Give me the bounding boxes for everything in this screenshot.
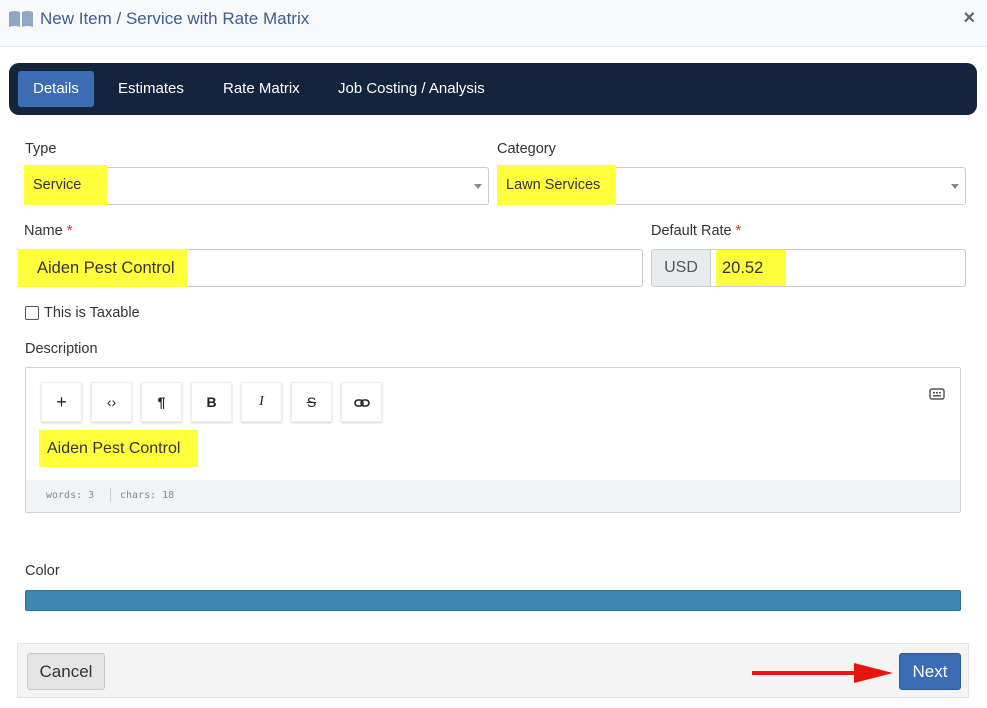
- taxable-label: This is Taxable: [44, 305, 140, 321]
- dialog-header: New Item / Service with Rate Matrix ×: [0, 0, 987, 47]
- name-label: Name *: [24, 223, 72, 239]
- bold-icon[interactable]: B: [191, 382, 232, 422]
- color-label: Color: [25, 563, 60, 579]
- caret-down-icon: [951, 184, 959, 189]
- name-highlight: Aiden Pest Control: [18, 249, 187, 287]
- required-mark: *: [66, 223, 73, 239]
- keyboard-icon[interactable]: [929, 387, 945, 405]
- description-label: Description: [25, 341, 98, 357]
- cancel-button[interactable]: Cancel: [27, 653, 105, 690]
- category-value: Lawn Services: [506, 177, 601, 193]
- paragraph-icon[interactable]: ¶: [141, 382, 182, 422]
- default-rate-highlight: 20.52: [716, 250, 786, 286]
- code-icon[interactable]: ‹›: [91, 382, 132, 422]
- italic-icon[interactable]: I: [241, 382, 282, 422]
- type-highlight: Service: [24, 165, 107, 205]
- editor-status-bar: words: 3 chars: 18: [26, 480, 960, 512]
- close-icon[interactable]: ×: [963, 7, 975, 30]
- dialog-title: New Item / Service with Rate Matrix: [40, 9, 310, 28]
- caret-down-icon: [474, 184, 482, 189]
- annotation-arrow-icon: [752, 663, 893, 683]
- currency-addon: USD: [651, 249, 711, 287]
- plus-icon[interactable]: +: [41, 382, 82, 422]
- tab-bar: Details Estimates Rate Matrix Job Costin…: [9, 63, 977, 115]
- status-divider: [110, 488, 111, 502]
- strikethrough-icon[interactable]: S: [291, 382, 332, 422]
- name-label-text: Name: [24, 223, 63, 239]
- tab-rate-matrix[interactable]: Rate Matrix: [208, 71, 315, 107]
- description-editor[interactable]: + ‹› ¶ B I S Aiden Pest Control words: 3…: [25, 367, 961, 513]
- type-value: Service: [33, 177, 82, 193]
- type-label: Type: [25, 141, 57, 157]
- category-label: Category: [497, 141, 556, 157]
- description-highlight: Aiden Pest Control: [39, 430, 198, 467]
- char-count: chars: 18: [120, 490, 175, 501]
- default-rate-label-text: Default Rate: [651, 223, 732, 239]
- book-icon: [8, 10, 34, 33]
- required-mark: *: [735, 223, 742, 239]
- name-value: Aiden Pest Control: [37, 259, 175, 277]
- description-content: Aiden Pest Control: [47, 440, 181, 457]
- category-highlight: Lawn Services: [497, 165, 616, 205]
- taxable-checkbox[interactable]: [25, 306, 39, 320]
- default-rate-label: Default Rate *: [651, 223, 741, 239]
- tab-details[interactable]: Details: [18, 71, 94, 107]
- next-button[interactable]: Next: [899, 653, 961, 690]
- word-count: words: 3: [46, 490, 95, 501]
- tab-estimates[interactable]: Estimates: [103, 71, 199, 107]
- tab-job-costing[interactable]: Job Costing / Analysis: [323, 71, 500, 107]
- default-rate-value: 20.52: [722, 259, 764, 277]
- color-picker[interactable]: [25, 590, 961, 611]
- link-icon[interactable]: [341, 382, 382, 422]
